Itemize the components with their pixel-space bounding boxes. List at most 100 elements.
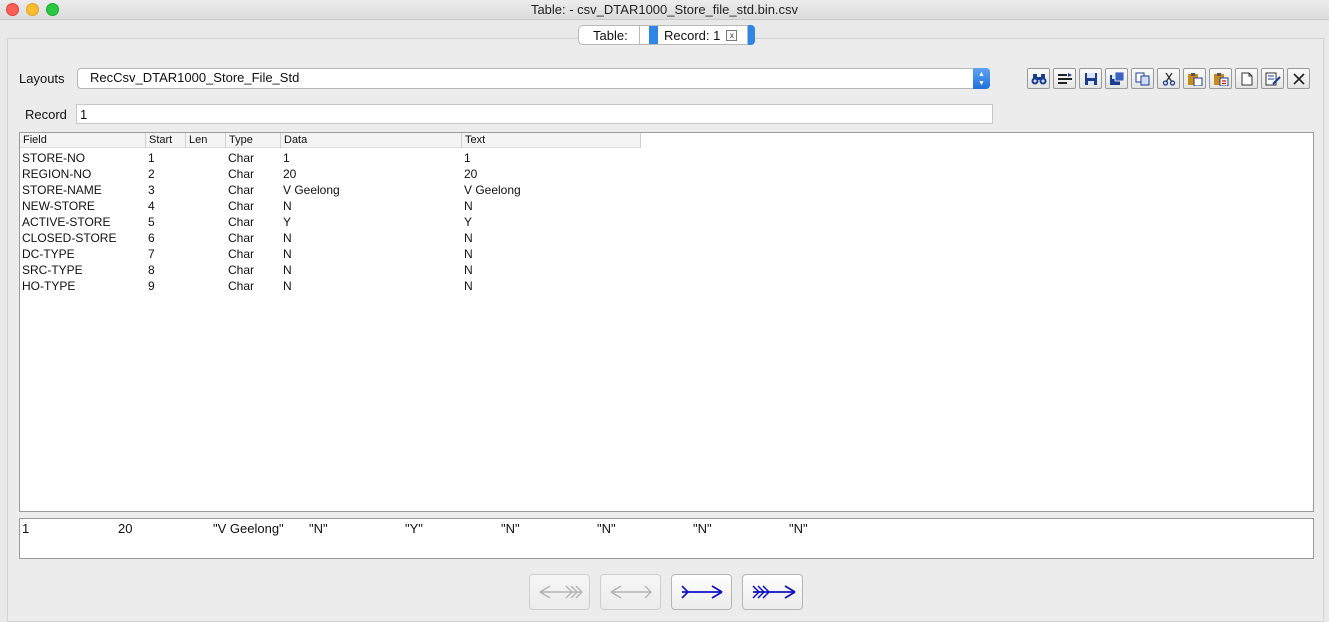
cell-text[interactable]: N	[462, 262, 641, 278]
raw-record-line[interactable]: 1 20 "V Geelong" "N" "Y" "N" "N" "N" "N"	[19, 518, 1314, 559]
cell-start: 6	[148, 231, 155, 245]
tab-close-icon[interactable]: x	[726, 29, 738, 41]
save-icon[interactable]	[1079, 68, 1102, 89]
cell-text[interactable]: Y	[462, 214, 641, 230]
cell-start: 9	[148, 279, 155, 293]
cell-type: Char	[228, 215, 255, 229]
column-header-data[interactable]: Data	[281, 133, 462, 148]
raw-value: 20	[118, 521, 133, 536]
cell-field: SRC-TYPE	[22, 263, 83, 277]
window-title: Table: - csv_DTAR1000_Store_file_std.bin…	[530, 2, 799, 17]
table-row[interactable]: HO-TYPE 9 Char N N	[20, 278, 641, 294]
raw-value: "Y"	[405, 521, 423, 536]
column-header-text[interactable]: Text	[462, 133, 641, 148]
table-header: Field Start Len Type Data Text	[20, 133, 641, 148]
left-arrow-icon	[610, 585, 652, 599]
cell-text[interactable]: V Geelong	[462, 182, 641, 198]
column-header-start[interactable]: Start	[146, 133, 186, 148]
cell-field: CLOSED-STORE	[22, 231, 117, 245]
cell-data[interactable]: N	[281, 262, 462, 278]
cell-len	[186, 214, 226, 230]
cell-data[interactable]: 20	[281, 166, 462, 182]
double-left-arrow-icon	[539, 585, 583, 599]
dropdown-arrows-icon[interactable]: ▲ ▼	[973, 68, 990, 89]
cell-text[interactable]: N	[462, 230, 641, 246]
table-row[interactable]: SRC-TYPE 8 Char N N	[20, 262, 641, 278]
cell-len	[186, 278, 226, 294]
cell-len	[186, 246, 226, 262]
cell-data[interactable]: N	[281, 198, 462, 214]
cell-start: 3	[148, 183, 155, 197]
cell-text[interactable]: N	[462, 246, 641, 262]
table-body: STORE-NO 1 Char 1 1 REGION-NO 2 Char 20 …	[20, 150, 641, 294]
title-bar: Table: - csv_DTAR1000_Store_file_std.bin…	[0, 0, 1329, 20]
cell-field: HO-TYPE	[22, 279, 76, 293]
cell-field: REGION-NO	[22, 167, 92, 181]
record-table[interactable]: Field Start Len Type Data Text STORE-NO …	[19, 132, 1314, 512]
double-right-arrow-icon	[751, 585, 795, 599]
table-row[interactable]: NEW-STORE 4 Char N N	[20, 198, 641, 214]
paste-icon[interactable]	[1183, 68, 1206, 89]
cell-start: 2	[148, 167, 155, 181]
column-header-type[interactable]: Type	[226, 133, 281, 148]
table-row[interactable]: DC-TYPE 7 Char N N	[20, 246, 641, 262]
cell-data[interactable]: N	[281, 230, 462, 246]
table-row[interactable]: STORE-NAME 3 Char V Geelong V Geelong	[20, 182, 641, 198]
tab-strip: Table: Record: 1 x	[578, 25, 755, 45]
cell-data[interactable]: N	[281, 246, 462, 262]
paste-prior-icon[interactable]	[1209, 68, 1232, 89]
cell-type: Char	[228, 279, 255, 293]
cell-type: Char	[228, 151, 255, 165]
cell-text[interactable]: 20	[462, 166, 641, 182]
table-row[interactable]: STORE-NO 1 Char 1 1	[20, 150, 641, 166]
cell-start: 1	[148, 151, 155, 165]
tab-table[interactable]: Table:	[578, 25, 640, 45]
table-row[interactable]: REGION-NO 2 Char 20 20	[20, 166, 641, 182]
record-label: Record	[25, 107, 67, 122]
column-header-len[interactable]: Len	[186, 133, 226, 148]
layouts-dropdown[interactable]: RecCsv_DTAR1000_Store_File_Std ▲ ▼	[77, 68, 990, 89]
first-record-button[interactable]	[529, 574, 590, 610]
cell-field: NEW-STORE	[22, 199, 95, 213]
column-header-field[interactable]: Field	[20, 133, 146, 148]
cell-type: Char	[228, 167, 255, 181]
raw-value: "N"	[789, 521, 808, 536]
copy-icon[interactable]	[1131, 68, 1154, 89]
cell-data[interactable]: N	[281, 278, 462, 294]
cell-field: ACTIVE-STORE	[22, 215, 111, 229]
tab-scroll-handle	[748, 25, 755, 45]
tab-table-label: Table:	[593, 27, 628, 43]
cell-type: Char	[228, 231, 255, 245]
close-icon[interactable]	[1287, 68, 1310, 89]
previous-record-button[interactable]	[600, 574, 661, 610]
raw-value: "N"	[309, 521, 328, 536]
save-as-icon[interactable]	[1105, 68, 1128, 89]
cell-start: 7	[148, 247, 155, 261]
raw-value: 1	[22, 521, 30, 536]
raw-value: "V Geelong"	[213, 521, 284, 536]
cell-data[interactable]: 1	[281, 150, 462, 166]
last-record-button[interactable]	[742, 574, 803, 610]
cell-len	[186, 230, 226, 246]
cell-text[interactable]: N	[462, 198, 641, 214]
cell-start: 5	[148, 215, 155, 229]
cell-type: Char	[228, 263, 255, 277]
table-row[interactable]: CLOSED-STORE 6 Char N N	[20, 230, 641, 246]
table-row[interactable]: ACTIVE-STORE 5 Char Y Y	[20, 214, 641, 230]
binoculars-icon[interactable]	[1027, 68, 1050, 89]
right-arrow-icon	[680, 585, 722, 599]
cell-start: 8	[148, 263, 155, 277]
next-record-button[interactable]	[671, 574, 732, 610]
cell-data[interactable]: Y	[281, 214, 462, 230]
cut-icon[interactable]	[1157, 68, 1180, 89]
new-icon[interactable]	[1235, 68, 1258, 89]
cell-data[interactable]: V Geelong	[281, 182, 462, 198]
tab-record[interactable]: Record: 1 x	[658, 25, 748, 45]
edit-icon[interactable]	[1261, 68, 1284, 89]
cell-text[interactable]: N	[462, 278, 641, 294]
cell-type: Char	[228, 183, 255, 197]
fields-icon[interactable]	[1053, 68, 1076, 89]
cell-len	[186, 182, 226, 198]
cell-text[interactable]: 1	[462, 150, 641, 166]
record-number-field[interactable]: 1	[76, 104, 993, 124]
